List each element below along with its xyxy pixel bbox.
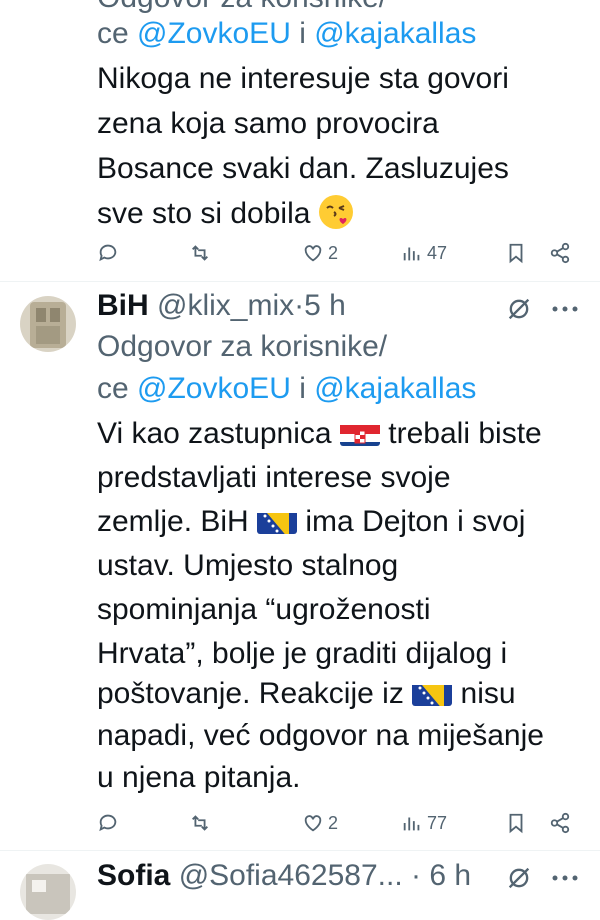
- bosnia-flag-icon: [257, 508, 298, 534]
- tweet-text-line: predstavljati interese svoje: [97, 461, 451, 494]
- reply-to-prefix: ce: [97, 17, 129, 50]
- kiss-emoji-icon: [318, 195, 353, 229]
- tweet-text-line: u njena pitanja.: [97, 761, 301, 794]
- handle[interactable]: @Sofia462587...: [179, 859, 403, 892]
- heart-icon: [304, 815, 322, 832]
- views-icon: [403, 247, 420, 261]
- croatia-flag-icon: [339, 420, 380, 446]
- reply-to-prefix: ce: [97, 372, 129, 405]
- reply-connector: i: [299, 372, 306, 405]
- grok-icon[interactable]: [505, 295, 533, 323]
- avatar[interactable]: [20, 864, 76, 920]
- reply-connector: i: [299, 17, 306, 50]
- share-icon: [550, 242, 570, 264]
- reply-header: Odgovor za korisnike/: [97, 330, 388, 363]
- bookmark-icon: [509, 813, 523, 834]
- share-icon: [550, 812, 570, 834]
- reply-icon: [99, 814, 117, 832]
- views-button[interactable]: 77: [401, 808, 447, 838]
- tweet-text-segment: Vi kao zastupnica: [97, 417, 332, 450]
- tweet-text-segment: nisu: [460, 677, 516, 710]
- mention-zovkoeu[interactable]: @ZovkoEU: [137, 17, 291, 50]
- repost-button[interactable]: [189, 238, 211, 268]
- tweet-text-line: Bosance svaki dan. Zasluzujes: [97, 152, 509, 185]
- views-count: 77: [427, 812, 448, 833]
- tweet-text-segment: trebali biste: [388, 417, 542, 450]
- tweet-text-line: sve sto si dobila: [97, 192, 353, 236]
- tweet-actions: 2 77: [97, 808, 577, 838]
- heart-icon: [304, 245, 322, 262]
- tweet-text-line: napadi, već odgovor na miješanje: [97, 719, 544, 752]
- tweet-divider: [0, 281, 600, 282]
- share-button[interactable]: [549, 808, 571, 838]
- like-count: 2: [328, 812, 339, 833]
- reply-icon: [99, 244, 117, 262]
- tweet-text-segment: ima Dejton i svoj: [305, 505, 526, 538]
- more-options-icon[interactable]: [550, 295, 580, 323]
- tweet-text-line: Nikoga ne interesuje sta govori: [97, 62, 509, 95]
- timestamp[interactable]: 5 h: [304, 289, 346, 322]
- tweet-text-line: zemlje. BiH ima Dejton i svoj: [97, 500, 525, 544]
- tweet-text-line: zena koja samo provocira: [97, 107, 439, 140]
- tweet-divider: [0, 850, 600, 851]
- repost-button[interactable]: [189, 808, 211, 838]
- grok-icon[interactable]: [505, 864, 533, 892]
- bookmark-button[interactable]: [505, 808, 527, 838]
- mention-kajakallas[interactable]: @kajakallas: [314, 372, 476, 405]
- tweet-text-segment: sve sto si dobila: [97, 197, 311, 230]
- tweet-header: BiH @klix_mix·5 h: [97, 284, 346, 328]
- reply-button[interactable]: [97, 238, 119, 268]
- tweet-text-line: ustav. Umjesto stalnog: [97, 549, 399, 582]
- bosnia-flag-icon: [412, 680, 453, 706]
- tweet-header: Sofia @Sofia462587... · 6 h: [97, 854, 471, 898]
- reply-button[interactable]: [97, 808, 119, 838]
- tweet-text-line: poštovanje. Reakcije iz nisu: [97, 672, 516, 716]
- like-button[interactable]: 2: [302, 808, 338, 838]
- separator-dot: ·: [411, 859, 421, 892]
- tweet-text-segment: zemlje. BiH: [97, 505, 249, 538]
- reply-to-line: ce @ZovkoEU i @kajakallas: [97, 367, 476, 411]
- bookmark-icon: [509, 243, 523, 264]
- share-button[interactable]: [549, 238, 571, 268]
- tweet-actions: 2 47: [97, 238, 577, 268]
- reply-to-line: ce @ZovkoEU i @kajakallas: [97, 12, 476, 56]
- like-button[interactable]: 2: [302, 238, 338, 268]
- display-name[interactable]: Sofia: [97, 859, 170, 892]
- views-button[interactable]: 47: [401, 238, 447, 268]
- like-count: 2: [328, 242, 339, 263]
- avatar[interactable]: [20, 296, 76, 352]
- timestamp[interactable]: 6 h: [429, 859, 471, 892]
- views-icon: [403, 817, 420, 831]
- display-name[interactable]: BiH: [97, 289, 149, 322]
- repost-icon: [192, 245, 208, 261]
- tweet-text-segment: poštovanje. Reakcije iz: [97, 677, 404, 710]
- tweet-text-line: Vi kao zastupnica trebali biste: [97, 412, 542, 456]
- handle[interactable]: @klix_mix: [157, 289, 294, 322]
- separator-dot: ·: [294, 289, 305, 322]
- tweet-text-line: spominjanja “ugroženosti: [97, 593, 431, 626]
- bookmark-button[interactable]: [505, 238, 527, 268]
- tweet-text-line: Hrvata”, bolje je graditi dijalog i: [97, 637, 508, 670]
- mention-kajakallas[interactable]: @kajakallas: [314, 17, 476, 50]
- mention-zovkoeu[interactable]: @ZovkoEU: [137, 372, 291, 405]
- repost-icon: [192, 815, 208, 831]
- more-options-icon[interactable]: [550, 864, 580, 892]
- views-count: 47: [427, 242, 448, 263]
